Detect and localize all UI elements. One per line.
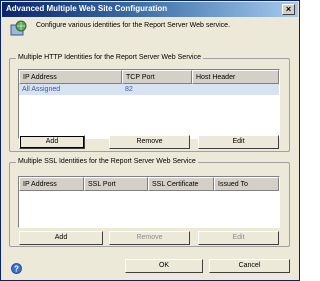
- column-header-ssl-certificate[interactable]: SSL Certificate: [148, 177, 214, 191]
- ssl-remove-button[interactable]: Remove: [109, 231, 190, 245]
- column-header-issued-to[interactable]: Issued To: [214, 177, 279, 191]
- list-header: IP Address TCP Port Host Header: [19, 70, 279, 84]
- http-identities-group: Multiple HTTP Identities for the Report …: [9, 54, 290, 152]
- column-header-ip[interactable]: IP Address: [19, 177, 84, 191]
- ssl-add-button[interactable]: Add: [19, 231, 103, 245]
- column-header-host[interactable]: Host Header: [192, 70, 279, 84]
- ssl-identities-group: Multiple SSL Identities for the Report S…: [9, 158, 290, 247]
- ssl-edit-button[interactable]: Edit: [198, 231, 279, 245]
- ok-button[interactable]: OK: [125, 259, 203, 273]
- cell-host: [192, 84, 279, 95]
- cancel-button[interactable]: Cancel: [209, 259, 290, 273]
- close-button[interactable]: ×: [282, 4, 295, 15]
- intro-text: Configure various identities for the Rep…: [36, 22, 231, 29]
- column-header-port[interactable]: TCP Port: [122, 70, 192, 84]
- svg-text:?: ?: [14, 264, 19, 273]
- cell-port: 82: [125, 86, 133, 93]
- list-header: IP Address SSL Port SSL Certificate Issu…: [19, 177, 279, 191]
- http-group-label: Multiple HTTP Identities for the Report …: [16, 54, 203, 61]
- http-edit-button[interactable]: Edit: [198, 135, 279, 149]
- http-add-button[interactable]: Add: [19, 135, 85, 149]
- cell-ip: All Assigned: [22, 86, 61, 93]
- title-bar: Advanced Multiple Web Site Configuration…: [2, 2, 298, 17]
- http-remove-button[interactable]: Remove: [109, 135, 190, 149]
- table-row[interactable]: All Assigned 82: [19, 84, 279, 95]
- ssl-identities-list[interactable]: IP Address SSL Port SSL Certificate Issu…: [18, 176, 280, 228]
- column-header-ip[interactable]: IP Address: [19, 70, 122, 84]
- help-icon[interactable]: ?: [11, 263, 22, 274]
- ssl-group-label: Multiple SSL Identities for the Report S…: [16, 158, 198, 165]
- http-identities-list[interactable]: IP Address TCP Port Host Header All Assi…: [18, 69, 280, 139]
- dialog-window: Advanced Multiple Web Site Configuration…: [0, 0, 300, 281]
- column-header-ssl-port[interactable]: SSL Port: [84, 177, 148, 191]
- window-title: Advanced Multiple Web Site Configuration: [6, 4, 168, 13]
- web-service-icon: [10, 20, 27, 36]
